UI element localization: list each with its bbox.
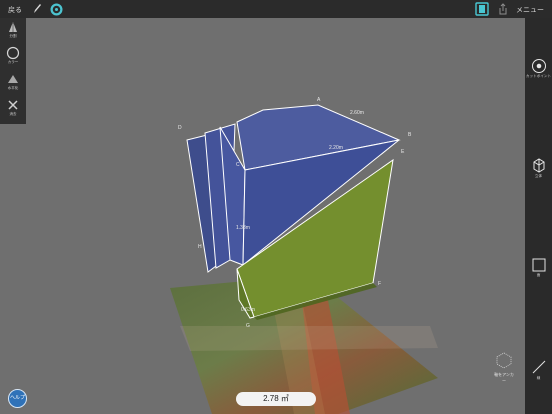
color-tool-button[interactable]: カラー <box>0 44 26 70</box>
vertex-label-f: F <box>378 281 381 287</box>
solid-label: 立体 <box>534 174 543 178</box>
line-icon <box>532 360 545 374</box>
axis-icon <box>496 352 512 369</box>
left-toolbar: 分割 カラー 水平化 消去 <box>0 18 26 124</box>
volume-display: 2.78 ㎥ <box>236 392 316 406</box>
vertex-label-a: A <box>317 97 321 103</box>
line-label: 線 <box>536 376 541 380</box>
cut-point-icon <box>531 59 546 73</box>
film-icon[interactable] <box>475 2 489 16</box>
measurement-260: 2.60m <box>350 110 364 116</box>
solid-button[interactable]: 立体 <box>525 156 552 179</box>
top-toolbar: 戻る メニュー <box>0 0 552 18</box>
cube-icon <box>533 158 544 173</box>
vertex-label-e: E <box>401 149 405 155</box>
erase-tool-button[interactable]: 消去 <box>0 96 26 122</box>
split-label: 分割 <box>9 34 17 38</box>
level-icon <box>8 75 18 83</box>
measurement-063: 0.63m <box>241 307 255 313</box>
measurement-133: 1.33m <box>236 225 250 231</box>
level-label: 水平化 <box>7 86 19 90</box>
axis-anchor-button[interactable]: 軸をアンカー <box>493 349 515 383</box>
square-icon <box>532 258 545 272</box>
line-button[interactable]: 線 <box>525 358 552 381</box>
help-button[interactable]: ヘルプ <box>8 389 27 408</box>
face-label: 面 <box>536 273 541 277</box>
color-label: カラー <box>7 60 19 64</box>
erase-icon <box>8 100 18 110</box>
right-toolbar: カットポイント 立体 面 線 <box>525 18 552 414</box>
vertex-label-b: B <box>408 132 412 138</box>
vertex-label-h: H <box>198 244 202 250</box>
color-icon <box>6 46 20 60</box>
back-button[interactable]: 戻る <box>8 5 22 15</box>
3d-scene: A B C D E F G H 2.60m 2.20m 1.33m 0.63m <box>170 97 438 414</box>
axis-anchor-label: 軸をアンカー <box>494 372 514 383</box>
vertex-label-c: C <box>236 162 240 168</box>
vertex-label-d: D <box>178 125 182 131</box>
level-tool-button[interactable]: 水平化 <box>0 70 26 96</box>
cut-point-button[interactable]: カットポイント <box>525 58 552 79</box>
gear-icon[interactable] <box>49 2 64 17</box>
share-icon[interactable] <box>498 3 508 15</box>
measurement-220: 2.20m <box>329 145 343 151</box>
menu-button[interactable]: メニュー <box>516 5 544 15</box>
split-tool-button[interactable]: 分割 <box>0 18 26 44</box>
cut-point-label: カットポイント <box>525 74 552 78</box>
face-button[interactable]: 面 <box>525 257 552 278</box>
vertex-label-g: G <box>246 323 250 329</box>
pencil-icon[interactable] <box>32 3 42 15</box>
split-icon <box>9 22 17 32</box>
erase-label: 消去 <box>9 112 17 116</box>
